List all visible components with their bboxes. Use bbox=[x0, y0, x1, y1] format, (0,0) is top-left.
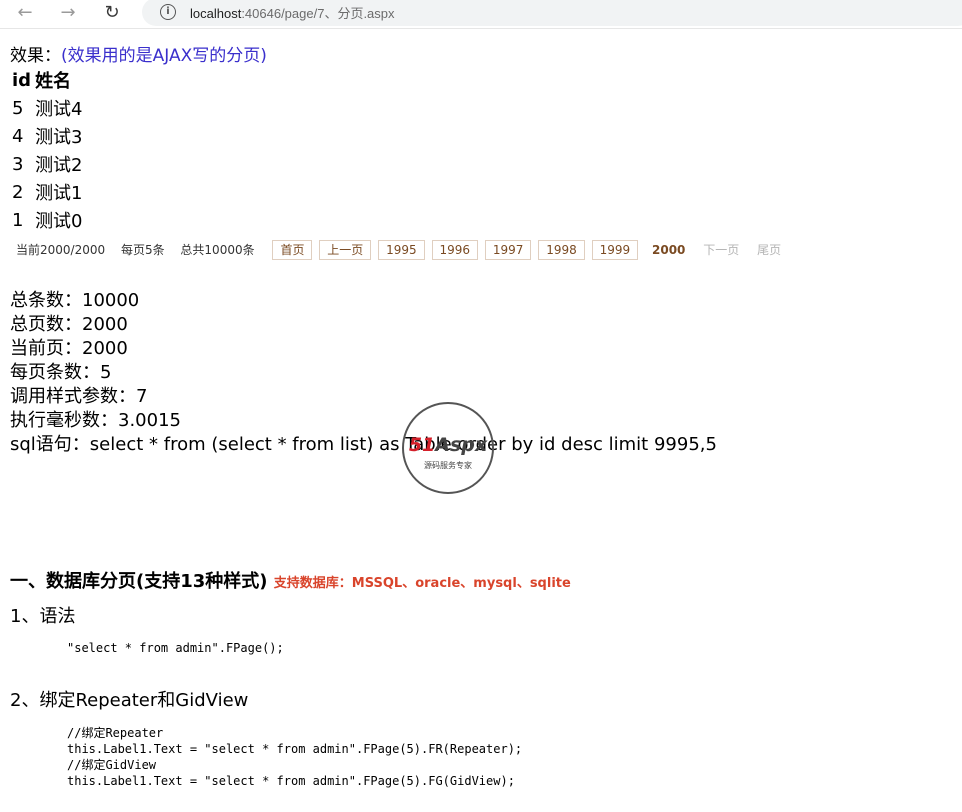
section-title: 一、数据库分页(支持13种样式) 支持数据库：MSSQL、oracle、mysq… bbox=[10, 571, 571, 592]
data-table: id 姓名 5 测试4 4 测试3 3 测试2 2 测试1 1 测试0 bbox=[12, 66, 87, 234]
stat-current-page: 当前页：2000 bbox=[10, 338, 128, 359]
url-text[interactable]: localhost:40646/page/7、分页.aspx bbox=[190, 3, 395, 22]
bind-code: //绑定Repeater this.Label1.Text = "select … bbox=[67, 726, 523, 788]
cell-name: 测试4 bbox=[35, 99, 83, 120]
effect-note: (效果用的是AJAX写的分页) bbox=[61, 46, 267, 66]
pager-page-1998[interactable]: 1998 bbox=[538, 240, 585, 260]
cell-name: 测试0 bbox=[35, 211, 83, 232]
table-row: 4 测试3 bbox=[12, 122, 87, 150]
table-header-row: id 姓名 bbox=[12, 66, 87, 94]
cell-name: 测试2 bbox=[35, 155, 83, 176]
stat-page-size: 每页条数：5 bbox=[10, 362, 112, 383]
column-header-name: 姓名 bbox=[35, 71, 72, 92]
reload-icon[interactable]: ↻ bbox=[101, 2, 123, 24]
stat-style-param: 调用样式参数：7 bbox=[10, 386, 148, 407]
cell-id: 4 bbox=[12, 125, 24, 147]
cell-id: 5 bbox=[12, 97, 24, 119]
table-row: 5 测试4 bbox=[12, 94, 87, 122]
watermark-logo-text: 51Aspx bbox=[408, 434, 488, 456]
cell-name: 测试1 bbox=[35, 183, 83, 204]
syntax-code: "select * from admin".FPage(); bbox=[67, 641, 284, 655]
table-row: 3 测试2 bbox=[12, 150, 87, 178]
address-bar[interactable]: i localhost:40646/page/7、分页.aspx bbox=[142, 0, 962, 26]
effect-heading: 效果：(效果用的是AJAX写的分页) bbox=[10, 46, 267, 66]
pager-first-button[interactable]: 首页 bbox=[272, 240, 313, 260]
browser-toolbar: ← → ↻ i localhost:40646/page/7、分页.aspx bbox=[0, 0, 962, 29]
stat-sql: sql语句：select * from (select * from list)… bbox=[10, 434, 717, 455]
pager-current-page: 当前2000/2000 bbox=[16, 243, 106, 257]
pager-prev-button[interactable]: 上一页 bbox=[319, 240, 372, 260]
stat-total-pages: 总页数：2000 bbox=[10, 314, 128, 335]
pager-current: 2000 bbox=[652, 243, 686, 257]
supported-databases: 支持数据库：MSSQL、oracle、mysql、sqlite bbox=[273, 576, 571, 591]
pager-last-button: 尾页 bbox=[757, 243, 782, 257]
forward-arrow-icon[interactable]: → bbox=[57, 2, 79, 24]
table-row: 2 测试1 bbox=[12, 178, 87, 206]
info-icon[interactable]: i bbox=[160, 4, 176, 20]
stat-total-count: 总条数：10000 bbox=[10, 290, 140, 311]
pager-per-page: 每页5条 bbox=[120, 243, 165, 257]
cell-name: 测试3 bbox=[35, 127, 83, 148]
pagination-bar: 当前2000/2000 每页5条 总共10000条 首页 上一页 1995 19… bbox=[16, 240, 795, 260]
pager-total: 总共10000条 bbox=[180, 243, 255, 257]
pager-page-1999[interactable]: 1999 bbox=[591, 240, 639, 260]
pager-page-1997[interactable]: 1997 bbox=[484, 240, 532, 260]
back-arrow-icon[interactable]: ← bbox=[14, 2, 36, 24]
pager-next-button: 下一页 bbox=[703, 243, 740, 257]
column-header-id: id bbox=[12, 69, 32, 91]
stats-block: 总条数：10000 总页数：2000 当前页：2000 每页条数：5 调用样式参… bbox=[10, 289, 717, 457]
bind-title: 2、绑定Repeater和GidView bbox=[10, 690, 249, 711]
cell-id: 1 bbox=[12, 209, 24, 231]
watermark-logo: 51Aspx 源码服务专家 bbox=[402, 402, 494, 494]
table-row: 1 测试0 bbox=[12, 206, 87, 234]
cell-id: 2 bbox=[12, 181, 24, 203]
stat-exec-ms: 执行毫秒数：3.0015 bbox=[10, 410, 181, 431]
cell-id: 3 bbox=[12, 153, 24, 175]
watermark-subtitle: 源码服务专家 bbox=[424, 461, 472, 470]
pager-page-1995[interactable]: 1995 bbox=[378, 240, 425, 260]
pager-page-1996[interactable]: 1996 bbox=[431, 240, 479, 260]
syntax-title: 1、语法 bbox=[10, 606, 76, 627]
